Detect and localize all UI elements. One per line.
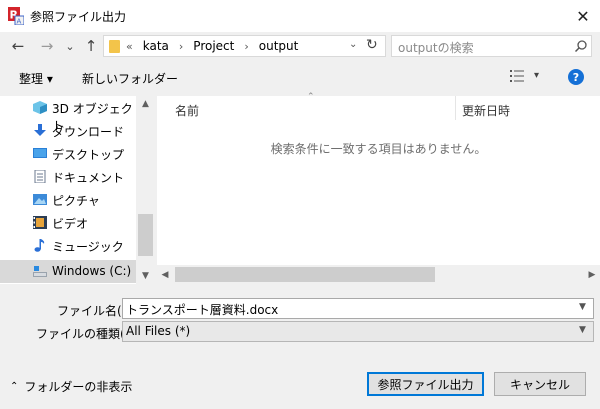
empty-message: 検索条件に一致する項目はありません。 bbox=[270, 142, 487, 156]
search-icon[interactable] bbox=[574, 39, 588, 53]
column-header-name[interactable]: 名前 bbox=[175, 102, 199, 119]
filename-dropdown-icon[interactable]: ▼ bbox=[579, 302, 586, 312]
sidebar-scrollbar[interactable]: ▲ ▼ bbox=[136, 96, 155, 284]
breadcrumb-output[interactable]: output bbox=[259, 39, 299, 53]
filetype-value: All Files (*) bbox=[126, 324, 191, 338]
refresh-icon[interactable]: ↻ bbox=[366, 37, 378, 53]
address-bar[interactable]: « kata › Project › output ⌄ ↻ bbox=[103, 35, 386, 57]
recent-locations-chevron-icon[interactable]: ⌄ bbox=[63, 36, 77, 56]
search-placeholder: outputの検索 bbox=[398, 41, 474, 55]
sidebar-item-label: デスクトップ bbox=[52, 148, 125, 162]
close-button[interactable]: ✕ bbox=[566, 0, 600, 32]
view-dropdown-icon[interactable]: ▾ bbox=[534, 70, 539, 81]
picture-icon bbox=[33, 194, 47, 205]
navigation-pane: 3D オブジェクト ダウンロード デスクトップ ドキュメント ピクチャ ビデオ … bbox=[0, 96, 155, 284]
sidebar-item-downloads[interactable]: ダウンロード bbox=[0, 119, 136, 142]
sidebar-item-label: ダウンロード bbox=[52, 125, 125, 139]
breadcrumb-kata[interactable]: kata bbox=[143, 39, 169, 53]
file-list-scroll-thumb[interactable] bbox=[175, 267, 435, 282]
sidebar-item-label: ミュージック bbox=[52, 240, 124, 254]
app-logo-icon: R A bbox=[8, 7, 24, 25]
sidebar-item-desktop[interactable]: デスクトップ bbox=[0, 142, 136, 165]
overflow-chevron-icon[interactable]: « bbox=[126, 40, 133, 53]
folder-icon bbox=[109, 40, 120, 53]
scroll-right-arrow-icon[interactable]: ▶ bbox=[584, 265, 600, 284]
desktop-icon bbox=[33, 148, 47, 158]
document-icon bbox=[34, 170, 46, 183]
column-header-modified[interactable]: 更新日時 bbox=[462, 102, 510, 119]
sidebar-item-3d-objects[interactable]: 3D オブジェクト bbox=[0, 96, 136, 133]
sidebar-item-label: ピクチャ bbox=[52, 194, 100, 208]
cancel-button[interactable]: キャンセル bbox=[494, 372, 586, 396]
file-list-h-scrollbar[interactable]: ◀ ▶ bbox=[157, 265, 600, 284]
filename-value: トランスポート層資料.docx bbox=[126, 303, 279, 317]
address-dropdown-icon[interactable]: ⌄ bbox=[349, 39, 357, 50]
sidebar-item-label: ドキュメント bbox=[52, 171, 125, 185]
hide-folders-label: フォルダーの非表示 bbox=[24, 380, 133, 394]
column-divider[interactable] bbox=[455, 96, 456, 120]
filetype-dropdown-icon[interactable]: ▼ bbox=[579, 325, 586, 335]
organize-menu-button[interactable]: 整理 ▾ bbox=[19, 70, 53, 87]
title-bar: R A 参照ファイル出力 ✕ bbox=[0, 0, 600, 32]
scroll-left-arrow-icon[interactable]: ◀ bbox=[157, 265, 173, 284]
breadcrumb-separator-icon[interactable]: › bbox=[244, 40, 248, 53]
video-icon bbox=[33, 216, 47, 229]
export-reference-button[interactable]: 参照ファイル出力 bbox=[367, 372, 484, 396]
scroll-up-arrow-icon[interactable]: ▲ bbox=[136, 96, 155, 112]
filename-field[interactable]: トランスポート層資料.docx ▼ bbox=[122, 298, 594, 319]
sidebar-item-videos[interactable]: ビデオ bbox=[0, 211, 136, 234]
cube-icon bbox=[33, 101, 47, 114]
breadcrumb-separator-icon[interactable]: › bbox=[179, 40, 183, 53]
breadcrumb-project[interactable]: Project bbox=[193, 39, 234, 53]
breadcrumb: « kata › Project › output bbox=[126, 39, 298, 53]
chevron-up-icon: ⌃ bbox=[10, 381, 19, 392]
sidebar-item-label: ビデオ bbox=[52, 217, 89, 231]
sidebar-scroll-thumb[interactable] bbox=[138, 214, 153, 256]
up-button[interactable]: ↑ bbox=[81, 36, 101, 56]
sidebar-item-documents[interactable]: ドキュメント bbox=[0, 165, 136, 188]
back-button[interactable]: ← bbox=[8, 36, 28, 56]
view-details-icon[interactable] bbox=[510, 70, 524, 82]
new-folder-button[interactable]: 新しいフォルダー bbox=[82, 70, 178, 87]
hide-folders-toggle[interactable]: ⌃ フォルダーの非表示 bbox=[10, 378, 132, 395]
download-icon bbox=[34, 124, 46, 136]
sidebar-item-label: Windows (C:) bbox=[52, 264, 132, 278]
drive-icon bbox=[33, 266, 47, 277]
sidebar-item-music[interactable]: ミュージック bbox=[0, 234, 136, 257]
sidebar-item-windows-c[interactable]: Windows (C:) bbox=[0, 260, 136, 283]
window-title: 参照ファイル出力 bbox=[30, 10, 127, 24]
scroll-down-arrow-icon[interactable]: ▼ bbox=[136, 268, 155, 284]
filetype-select[interactable]: All Files (*) ▼ bbox=[122, 321, 594, 342]
sidebar-item-pictures[interactable]: ピクチャ bbox=[0, 188, 136, 211]
svg-text:A: A bbox=[17, 18, 22, 26]
music-icon bbox=[34, 239, 45, 252]
forward-button[interactable]: → bbox=[37, 36, 57, 56]
help-icon[interactable]: ? bbox=[568, 69, 584, 85]
sort-ascending-icon: ⌃ bbox=[307, 92, 315, 102]
file-list: 名前 ⌃ 更新日時 検索条件に一致する項目はありません。 ◀ ▶ bbox=[157, 92, 600, 284]
search-input[interactable]: outputの検索 bbox=[391, 35, 592, 57]
